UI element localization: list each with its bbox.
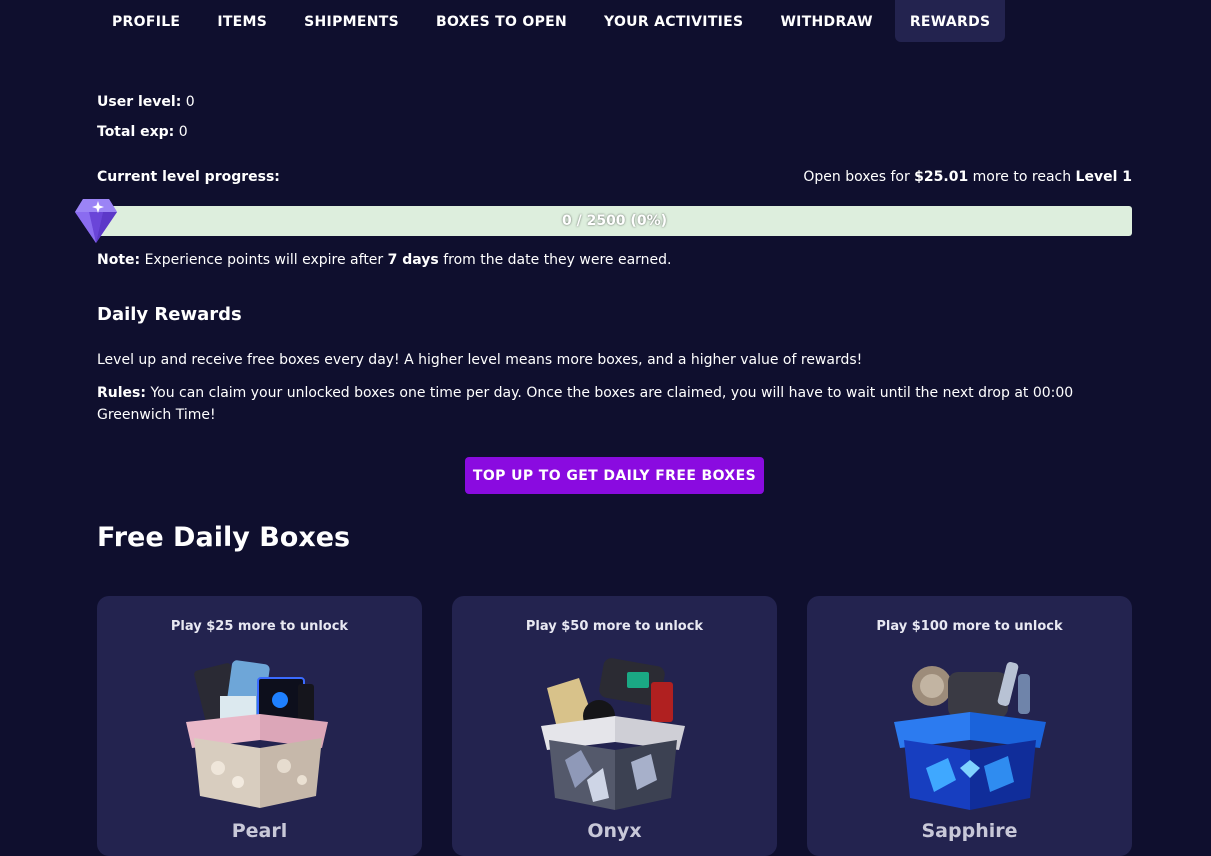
user-level: User level: 0 — [97, 94, 195, 110]
progress-label: Current level progress: — [97, 169, 280, 185]
free-daily-boxes-heading: Free Daily Boxes — [97, 522, 351, 553]
progress-header: Current level progress: Open boxes for $… — [97, 169, 1132, 185]
box-name: Onyx — [587, 820, 642, 842]
box-name: Pearl — [231, 820, 288, 842]
expiry-days: 7 days — [387, 252, 439, 268]
free-box-card-sapphire[interactable]: Play $100 more to unlock Sapphire — [807, 596, 1132, 856]
tab-withdraw[interactable]: WITHDRAW — [765, 0, 887, 42]
unlock-requirement: Play $25 more to unlock — [170, 619, 349, 634]
daily-rewards-heading: Daily Rewards — [97, 304, 242, 325]
tab-profile[interactable]: PROFILE — [97, 0, 195, 42]
free-box-card-pearl[interactable]: Play $25 more to unlock Pearl — [97, 596, 422, 856]
diamond-gem-icon — [75, 199, 117, 243]
box-name: Sapphire — [921, 820, 1018, 842]
total-exp: Total exp: 0 — [97, 124, 188, 140]
total-exp-label: Total exp: — [97, 124, 175, 140]
daily-rewards-description: Level up and receive free boxes every da… — [97, 352, 863, 368]
sapphire-box-icon — [894, 662, 1046, 810]
unlock-requirement: Play $100 more to unlock — [876, 619, 1063, 634]
top-up-button[interactable]: TOP UP TO GET DAILY FREE BOXES — [465, 457, 764, 494]
progress-text: 0 / 2500 (0%) — [561, 213, 667, 229]
user-level-value: 0 — [185, 94, 195, 110]
tab-boxes-to-open[interactable]: BOXES TO OPEN — [421, 0, 582, 42]
tab-shipments[interactable]: SHIPMENTS — [289, 0, 414, 42]
target-level: Level 1 — [1075, 169, 1132, 185]
total-exp-value: 0 — [178, 124, 188, 140]
free-box-card-onyx[interactable]: Play $50 more to unlock Onyx — [452, 596, 777, 856]
onyx-box-icon — [541, 658, 685, 810]
pearl-box-icon — [186, 660, 328, 808]
daily-rewards-rules: Rules: You can claim your unlocked boxes… — [97, 385, 1074, 423]
tab-your-activities[interactable]: YOUR ACTIVITIES — [589, 0, 758, 42]
unlock-requirement: Play $50 more to unlock — [525, 619, 704, 634]
level-progress-bar: 0 / 2500 (0%) — [97, 206, 1132, 236]
tab-items[interactable]: ITEMS — [202, 0, 282, 42]
expiry-note: Note: Experience points will expire afte… — [97, 252, 672, 268]
profile-nav: PROFILE ITEMS SHIPMENTS BOXES TO OPEN YO… — [97, 0, 1012, 42]
tab-rewards[interactable]: REWARDS — [894, 0, 1006, 42]
user-level-label: User level: — [97, 94, 182, 110]
level-target-text: Open boxes for $25.01 more to reach Leve… — [803, 169, 1132, 185]
amount-needed: $25.01 — [914, 169, 969, 185]
